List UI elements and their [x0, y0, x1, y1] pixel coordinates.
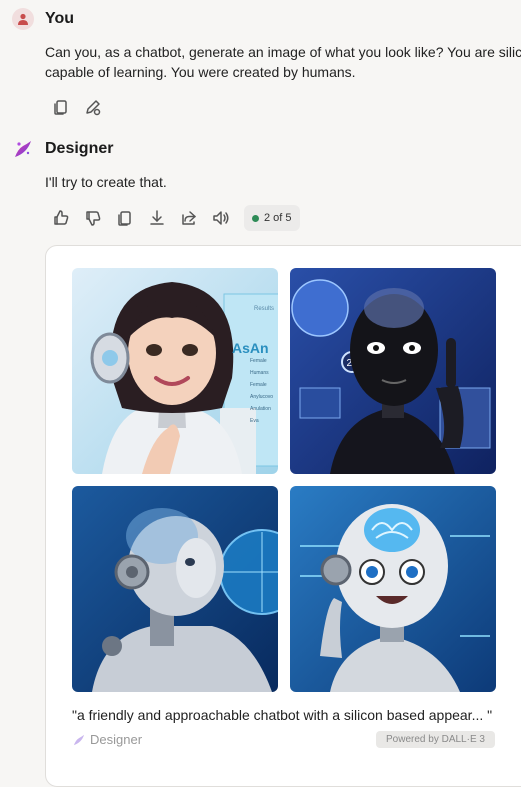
generated-image-3[interactable]: [72, 486, 278, 692]
image-1-panel-item: Anulation: [250, 406, 271, 412]
image-1-panel-item: Humans: [250, 370, 269, 376]
image-1-panel-item: Female: [250, 358, 267, 364]
bot-message-actions: 2 of 5: [50, 205, 300, 231]
bot-message-header: Designer: [12, 138, 113, 160]
bot-message-text: I'll try to create that.: [45, 174, 167, 190]
copy-button[interactable]: [114, 207, 136, 229]
generated-image-4-art: [290, 486, 496, 692]
generated-image-3-art: [72, 486, 278, 692]
image-1-panel-item: Anylucovo: [250, 394, 273, 400]
thumbs-up-button[interactable]: [50, 207, 72, 229]
thumbs-down-button[interactable]: [82, 207, 104, 229]
designer-logo-icon: [15, 141, 31, 157]
counter-label: 2 of 5: [264, 212, 292, 224]
download-button[interactable]: [146, 207, 168, 229]
designer-brand: Designer: [72, 732, 142, 747]
edit-icon: [86, 100, 101, 116]
user-message-actions: [50, 96, 114, 118]
status-dot: [252, 214, 259, 222]
image-1-panel-item: Female: [250, 382, 267, 388]
generated-image-1[interactable]: AsAn Results Female Humans Female Anyluc…: [72, 268, 278, 474]
thumbs-down-icon: [86, 211, 101, 226]
designer-logo-icon: [73, 734, 85, 745]
read-aloud-button[interactable]: [210, 207, 232, 229]
user-message-line-1: Can you, as a chatbot, generate an image…: [45, 44, 521, 60]
share-button[interactable]: [178, 207, 200, 229]
person-icon: [18, 13, 28, 25]
speaker-icon: [213, 211, 229, 225]
generated-image-2-art: 20: [290, 268, 496, 474]
download-icon: [150, 210, 164, 225]
share-icon: [182, 211, 196, 225]
generated-image-1-art: AsAn Results Female Humans Female Anyluc…: [72, 268, 278, 474]
thumbs-up-icon: [54, 210, 69, 225]
image-1-panel-item: Eva: [250, 418, 259, 424]
user-message-header: You: [12, 8, 74, 30]
generated-image-2[interactable]: 20: [290, 268, 496, 474]
copy-button[interactable]: [50, 96, 72, 118]
response-counter[interactable]: 2 of 5: [244, 205, 300, 231]
generated-image-4[interactable]: [290, 486, 496, 692]
image-caption: "a friendly and approachable chatbot wit…: [72, 707, 493, 723]
designer-brand-label: Designer: [90, 732, 143, 747]
image-1-panel-top: Results: [254, 306, 274, 312]
user-message-line-2: capable of learning. You were created by…: [45, 64, 356, 80]
user-avatar: [12, 8, 34, 30]
copy-icon: [54, 100, 67, 115]
powered-by-badge: Powered by DALL·E 3: [376, 731, 495, 748]
copy-icon: [118, 211, 131, 226]
user-name: You: [45, 10, 75, 27]
edit-button[interactable]: [82, 96, 104, 118]
bot-name: Designer: [45, 140, 114, 157]
image-1-panel-title: AsAn: [232, 340, 269, 356]
